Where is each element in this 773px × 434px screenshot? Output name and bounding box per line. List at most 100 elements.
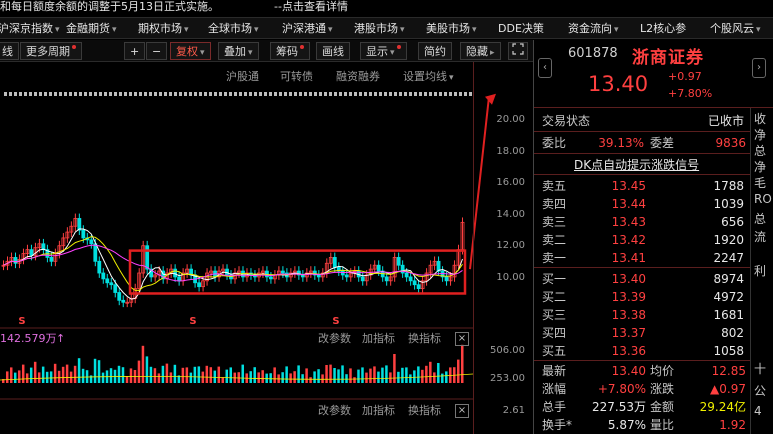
level-volume: 8974 (713, 272, 744, 286)
volume-bar (305, 368, 308, 383)
simple-button[interactable]: 简约 (418, 42, 452, 60)
convertible-link[interactable]: 可转债 (280, 68, 313, 84)
zoom-out-button[interactable]: − (146, 42, 168, 60)
menu-item[interactable]: 沪深港通 ▾ (282, 21, 333, 38)
event-marker (34, 92, 37, 96)
change-param-link[interactable]: 改参数 (318, 402, 351, 420)
chip-label: 筹码 (276, 45, 298, 58)
volume-bar (357, 369, 360, 383)
volume-bar (97, 360, 101, 383)
event-marker (104, 92, 107, 96)
buy-level-row[interactable]: 买三 13.38 1681 (534, 306, 750, 324)
add-indicator-link[interactable]: 加指标 (362, 330, 395, 348)
sell-level-row[interactable]: 卖三 13.43 656 (534, 213, 750, 231)
chip-button[interactable]: 筹码 (270, 42, 310, 60)
event-marker (129, 92, 132, 96)
volume-bar (25, 373, 29, 383)
volume-bar (353, 377, 356, 383)
candle-body (444, 276, 449, 282)
event-marker (89, 92, 92, 96)
chart-canvas: SSS (0, 92, 496, 400)
menu-item[interactable]: 沪深京指数 ▾ (0, 21, 60, 38)
zoom-in-button[interactable]: + (124, 42, 146, 60)
y-tick: 14.00 (496, 209, 525, 220)
change-param-link[interactable]: 改参数 (318, 330, 351, 348)
menu-item-label: DDE决策 (498, 22, 544, 35)
level-label: 卖一 (542, 251, 567, 265)
news-ticker[interactable]: 和每日额度余额的调整于5月13日正式实施。 --点击查看详情 (0, 0, 773, 17)
candle-body (13, 257, 18, 264)
menu-item[interactable]: L2核心参 (640, 21, 686, 37)
kline-chart[interactable]: S S S 沪股通 可转债 融资融券 设置均线 ▾ 142.579万 ↑ 改参数 加指… (0, 62, 533, 434)
line-label: 线 (2, 45, 13, 58)
chevron-left-icon[interactable]: ‹ (538, 58, 552, 78)
volume-bar (297, 365, 300, 383)
volume-bar (149, 366, 153, 383)
market-menubar: 沪深京指数 ▾ 金融期货 ▾ 期权市场 ▾ 全球市场 ▾ 沪深港通 ▾ 港股市场 ▾ 美股市场 ▾ DDE决… (0, 17, 773, 39)
close-icon[interactable]: × (455, 404, 469, 418)
menu-item[interactable]: DDE决策 (498, 21, 544, 37)
hgt-link[interactable]: 沪股通 (226, 68, 259, 84)
buy-level-row[interactable]: 买二 13.39 4972 (534, 288, 750, 306)
stat-label: 涨跌 (650, 382, 675, 396)
event-marker (444, 92, 447, 96)
event-marker (279, 92, 282, 96)
buy-level-row[interactable]: 买一 13.40 8974 (534, 270, 750, 288)
fuquan-button[interactable]: 复权 ▾ (170, 42, 211, 60)
volume-bar (213, 370, 217, 383)
event-marker (29, 92, 32, 96)
stat-label: 最新 (542, 364, 567, 378)
side-label: 净 (754, 160, 767, 174)
ticker-detail-link[interactable]: --点击查看详情 (274, 0, 348, 14)
menu-item[interactable]: 港股市场 ▾ (354, 21, 405, 38)
volume-bar (457, 359, 460, 383)
more-period-button[interactable]: 更多周期 (20, 42, 82, 60)
overlay-button[interactable]: 叠加 ▾ (218, 42, 259, 60)
ma-setting-link[interactable]: 设置均线 ▾ (403, 68, 454, 84)
menu-item[interactable]: 个股风云 ▾ (710, 21, 761, 38)
chevron-right-icon[interactable]: › (752, 58, 766, 78)
level-volume: 1039 (713, 197, 744, 211)
volume-bar (153, 368, 157, 383)
buy-level-row[interactable]: 买四 13.37 802 (534, 324, 750, 342)
volume-bar (45, 371, 49, 383)
level-label: 卖五 (542, 179, 567, 193)
event-marker (49, 92, 52, 96)
level-label: 买二 (542, 290, 567, 304)
display-button[interactable]: 显示 ▾ (360, 42, 407, 60)
dk-signal-link[interactable]: DK点自动提示涨跌信号 (574, 156, 699, 173)
menu-item[interactable]: 全球市场 ▾ (208, 21, 259, 38)
ticker-text[interactable]: 和每日额度余额的调整于5月13日正式实施。 (0, 0, 219, 14)
weicha-label: 委差 (650, 136, 675, 150)
volume-bar (93, 358, 97, 383)
swap-indicator-link[interactable]: 换指标 (408, 330, 441, 348)
add-indicator-link[interactable]: 加指标 (362, 402, 395, 420)
level-label: 买五 (542, 344, 567, 358)
menu-item[interactable]: 金融期货 ▾ (66, 21, 117, 38)
expand-icon[interactable] (508, 42, 528, 60)
menu-item[interactable]: 资金流向 ▾ (568, 21, 619, 38)
weibi-row: 委比 39.13% 委差 9836 (534, 134, 750, 152)
buy-level-row[interactable]: 买五 13.36 1058 (534, 342, 750, 360)
menu-item[interactable]: 美股市场 ▾ (426, 21, 477, 38)
swap-indicator-link[interactable]: 换指标 (408, 402, 441, 420)
menu-item[interactable]: 期权市场 ▾ (138, 21, 189, 38)
close-icon[interactable]: × (455, 332, 469, 346)
event-marker (309, 92, 312, 96)
sell-level-row[interactable]: 卖一 13.41 2247 (534, 249, 750, 267)
margin-link[interactable]: 融资融券 (336, 68, 380, 84)
line-button[interactable]: 线 (0, 42, 19, 60)
event-marker (419, 92, 422, 96)
event-marker (379, 92, 382, 96)
volume-bar (369, 368, 372, 383)
volume-bar (413, 370, 416, 383)
sell-level-row[interactable]: 卖五 13.45 1788 (534, 177, 750, 195)
draw-line-button[interactable]: 画线 (316, 42, 350, 60)
menu-item-label: 期权市场 (138, 22, 182, 35)
sell-level-row[interactable]: 卖四 13.44 1039 (534, 195, 750, 213)
event-marker (384, 92, 387, 96)
candle-body (49, 257, 54, 262)
volume-bar (385, 365, 388, 383)
sell-level-row[interactable]: 卖二 13.42 1920 (534, 231, 750, 249)
hide-button[interactable]: 隐藏 ▸ (460, 42, 501, 60)
